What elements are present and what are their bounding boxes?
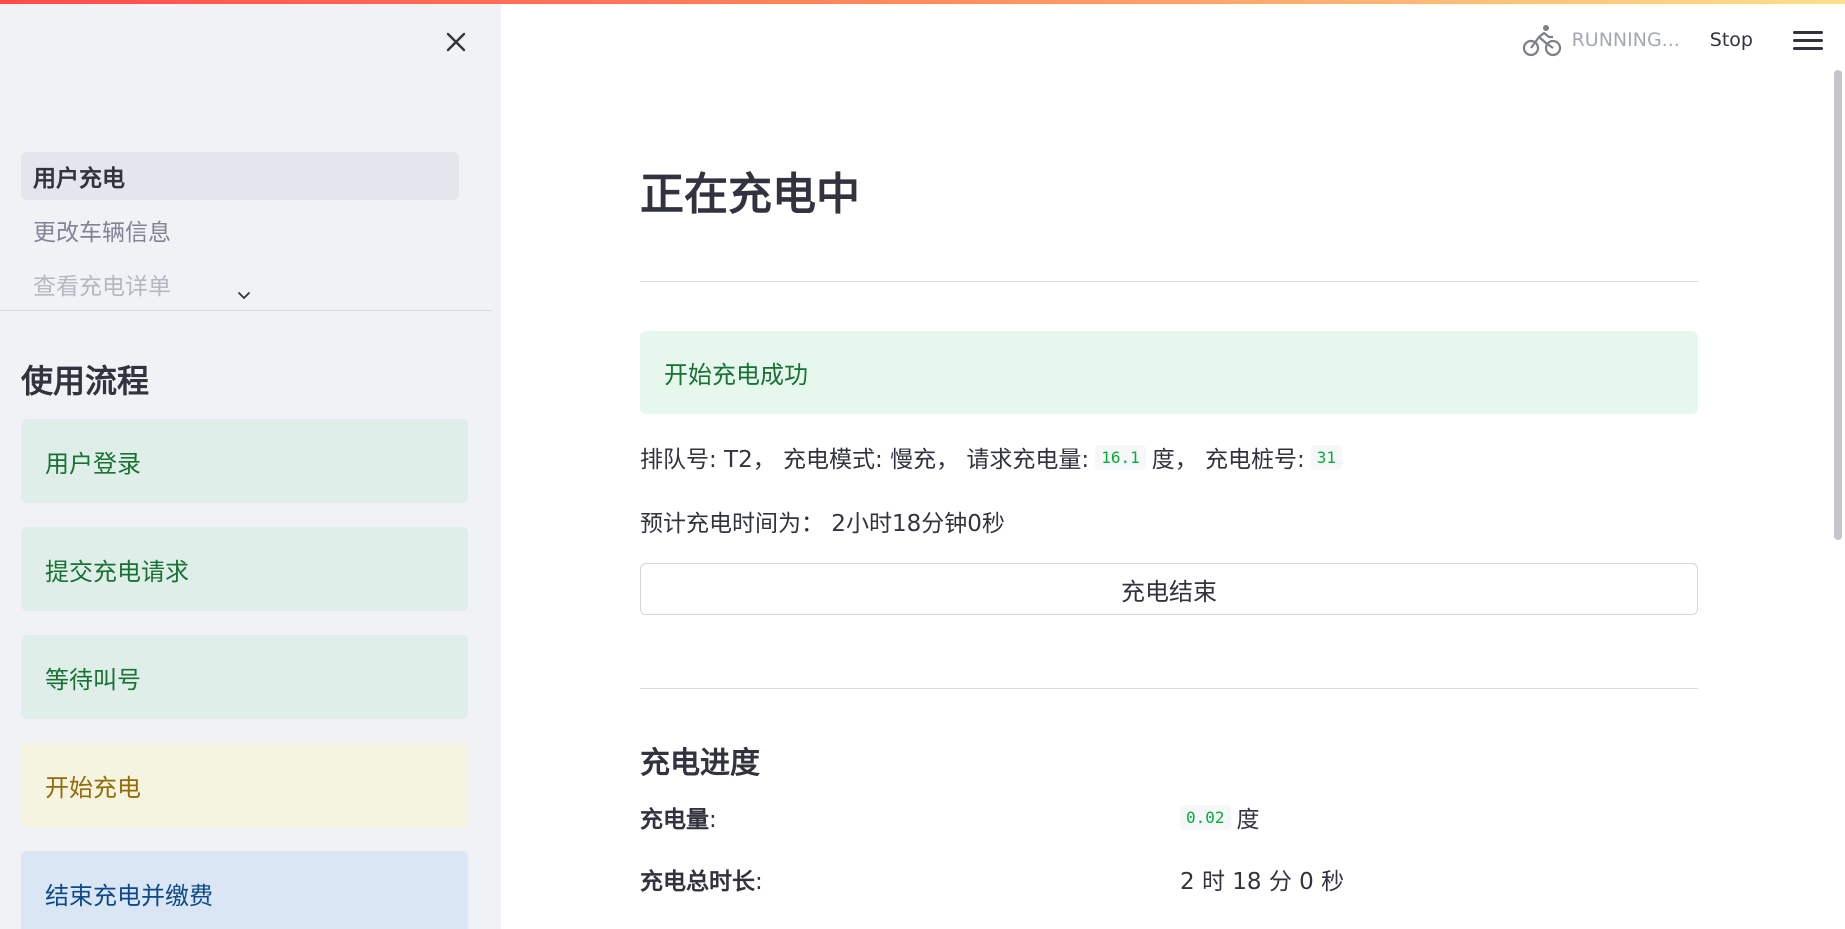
amount-label-colon: : <box>709 807 717 833</box>
hamburger-line <box>1793 38 1823 42</box>
chevron-down-icon[interactable] <box>236 288 252 304</box>
end-charging-button[interactable]: 充电结束 <box>640 563 1698 615</box>
page-title: 正在充电中 <box>640 169 860 220</box>
flow-steps: 用户登录 提交充电请求 等待叫号 开始充电 结束充电并缴费 <box>21 419 468 929</box>
progress-title: 充电进度 <box>640 746 760 781</box>
progress-row-value: 0.02 度 <box>1180 800 1260 834</box>
nav-item-label: 查看充电详单 <box>33 274 171 300</box>
flow-step-label: 等待叫号 <box>45 665 141 694</box>
divider <box>640 688 1698 689</box>
flow-step-end-and-pay: 结束充电并缴费 <box>21 851 468 929</box>
main-menu-button[interactable] <box>1793 25 1823 55</box>
flow-step-label: 结束充电并缴费 <box>45 881 213 910</box>
flow-step-label: 用户登录 <box>45 449 141 478</box>
nav-item-label: 用户充电 <box>33 166 125 192</box>
unit-pile-label: 度， 充电桩号: <box>1151 447 1305 473</box>
flow-step-submit-request: 提交充电请求 <box>21 527 468 611</box>
requested-amount-value: 16.1 <box>1095 444 1146 470</box>
progress-row-amount: 充电量: 0.02 度 <box>640 800 1698 834</box>
close-icon <box>446 32 466 52</box>
progress-row-label: 充电总时长: <box>640 862 1180 896</box>
duration-value: 2 时 18 分 0 秒 <box>1180 869 1345 895</box>
hamburger-line <box>1793 46 1823 50</box>
progress-row-label: 充电量: <box>640 800 1180 834</box>
sidebar-nav: 用户充电 更改车辆信息 查看充电详单 <box>21 152 459 302</box>
stop-button[interactable]: Stop <box>1710 29 1753 51</box>
main-content: 正在充电中 开始充电成功 排队号: T2， 充电模式: 慢充， 请求充电量: 1… <box>640 0 1698 929</box>
flow-step-label: 提交充电请求 <box>45 557 189 586</box>
nav-item-user-charging[interactable]: 用户充电 <box>21 152 459 200</box>
queue-mode-label: 排队号: T2， 充电模式: 慢充， 请求充电量: <box>640 447 1090 473</box>
flow-title: 使用流程 <box>21 362 150 400</box>
nav-item-vehicle-info[interactable]: 更改车辆信息 <box>21 206 459 254</box>
sidebar: 用户充电 更改车辆信息 查看充电详单 使用流程 用户登录 提交充电请求 等待叫号… <box>0 0 501 929</box>
top-decoration-bar <box>0 0 1845 4</box>
hamburger-menu-icon <box>1793 30 1823 34</box>
amount-value: 0.02 <box>1180 804 1231 830</box>
nav-divider <box>0 310 492 311</box>
estimated-time: 预计充电时间为： 2小时18分钟0秒 <box>640 511 1005 537</box>
end-charging-button-label: 充电结束 <box>1121 577 1217 606</box>
progress-row-value: 2 时 18 分 0 秒 <box>1180 862 1344 896</box>
flow-step-label: 开始充电 <box>45 773 141 802</box>
success-alert: 开始充电成功 <box>640 331 1698 414</box>
duration-label: 充电总时长 <box>640 869 755 895</box>
close-sidebar-button[interactable] <box>440 26 472 58</box>
amount-unit: 度 <box>1236 807 1260 833</box>
flow-step-login: 用户登录 <box>21 419 468 503</box>
success-alert-text: 开始充电成功 <box>664 361 808 389</box>
divider <box>640 281 1698 282</box>
amount-label: 充电量 <box>640 807 709 833</box>
flow-step-wait-call: 等待叫号 <box>21 635 468 719</box>
nav-item-label: 更改车辆信息 <box>33 220 171 246</box>
progress-row-duration: 充电总时长: 2 时 18 分 0 秒 <box>640 862 1698 896</box>
flow-step-start-charging: 开始充电 <box>21 743 468 827</box>
duration-label-colon: : <box>755 869 763 895</box>
page-scrollbar[interactable] <box>1834 70 1842 540</box>
pile-number-value: 31 <box>1310 444 1343 470</box>
charging-info-line: 排队号: T2， 充电模式: 慢充， 请求充电量: 16.1 度， 充电桩号: … <box>640 440 1348 474</box>
